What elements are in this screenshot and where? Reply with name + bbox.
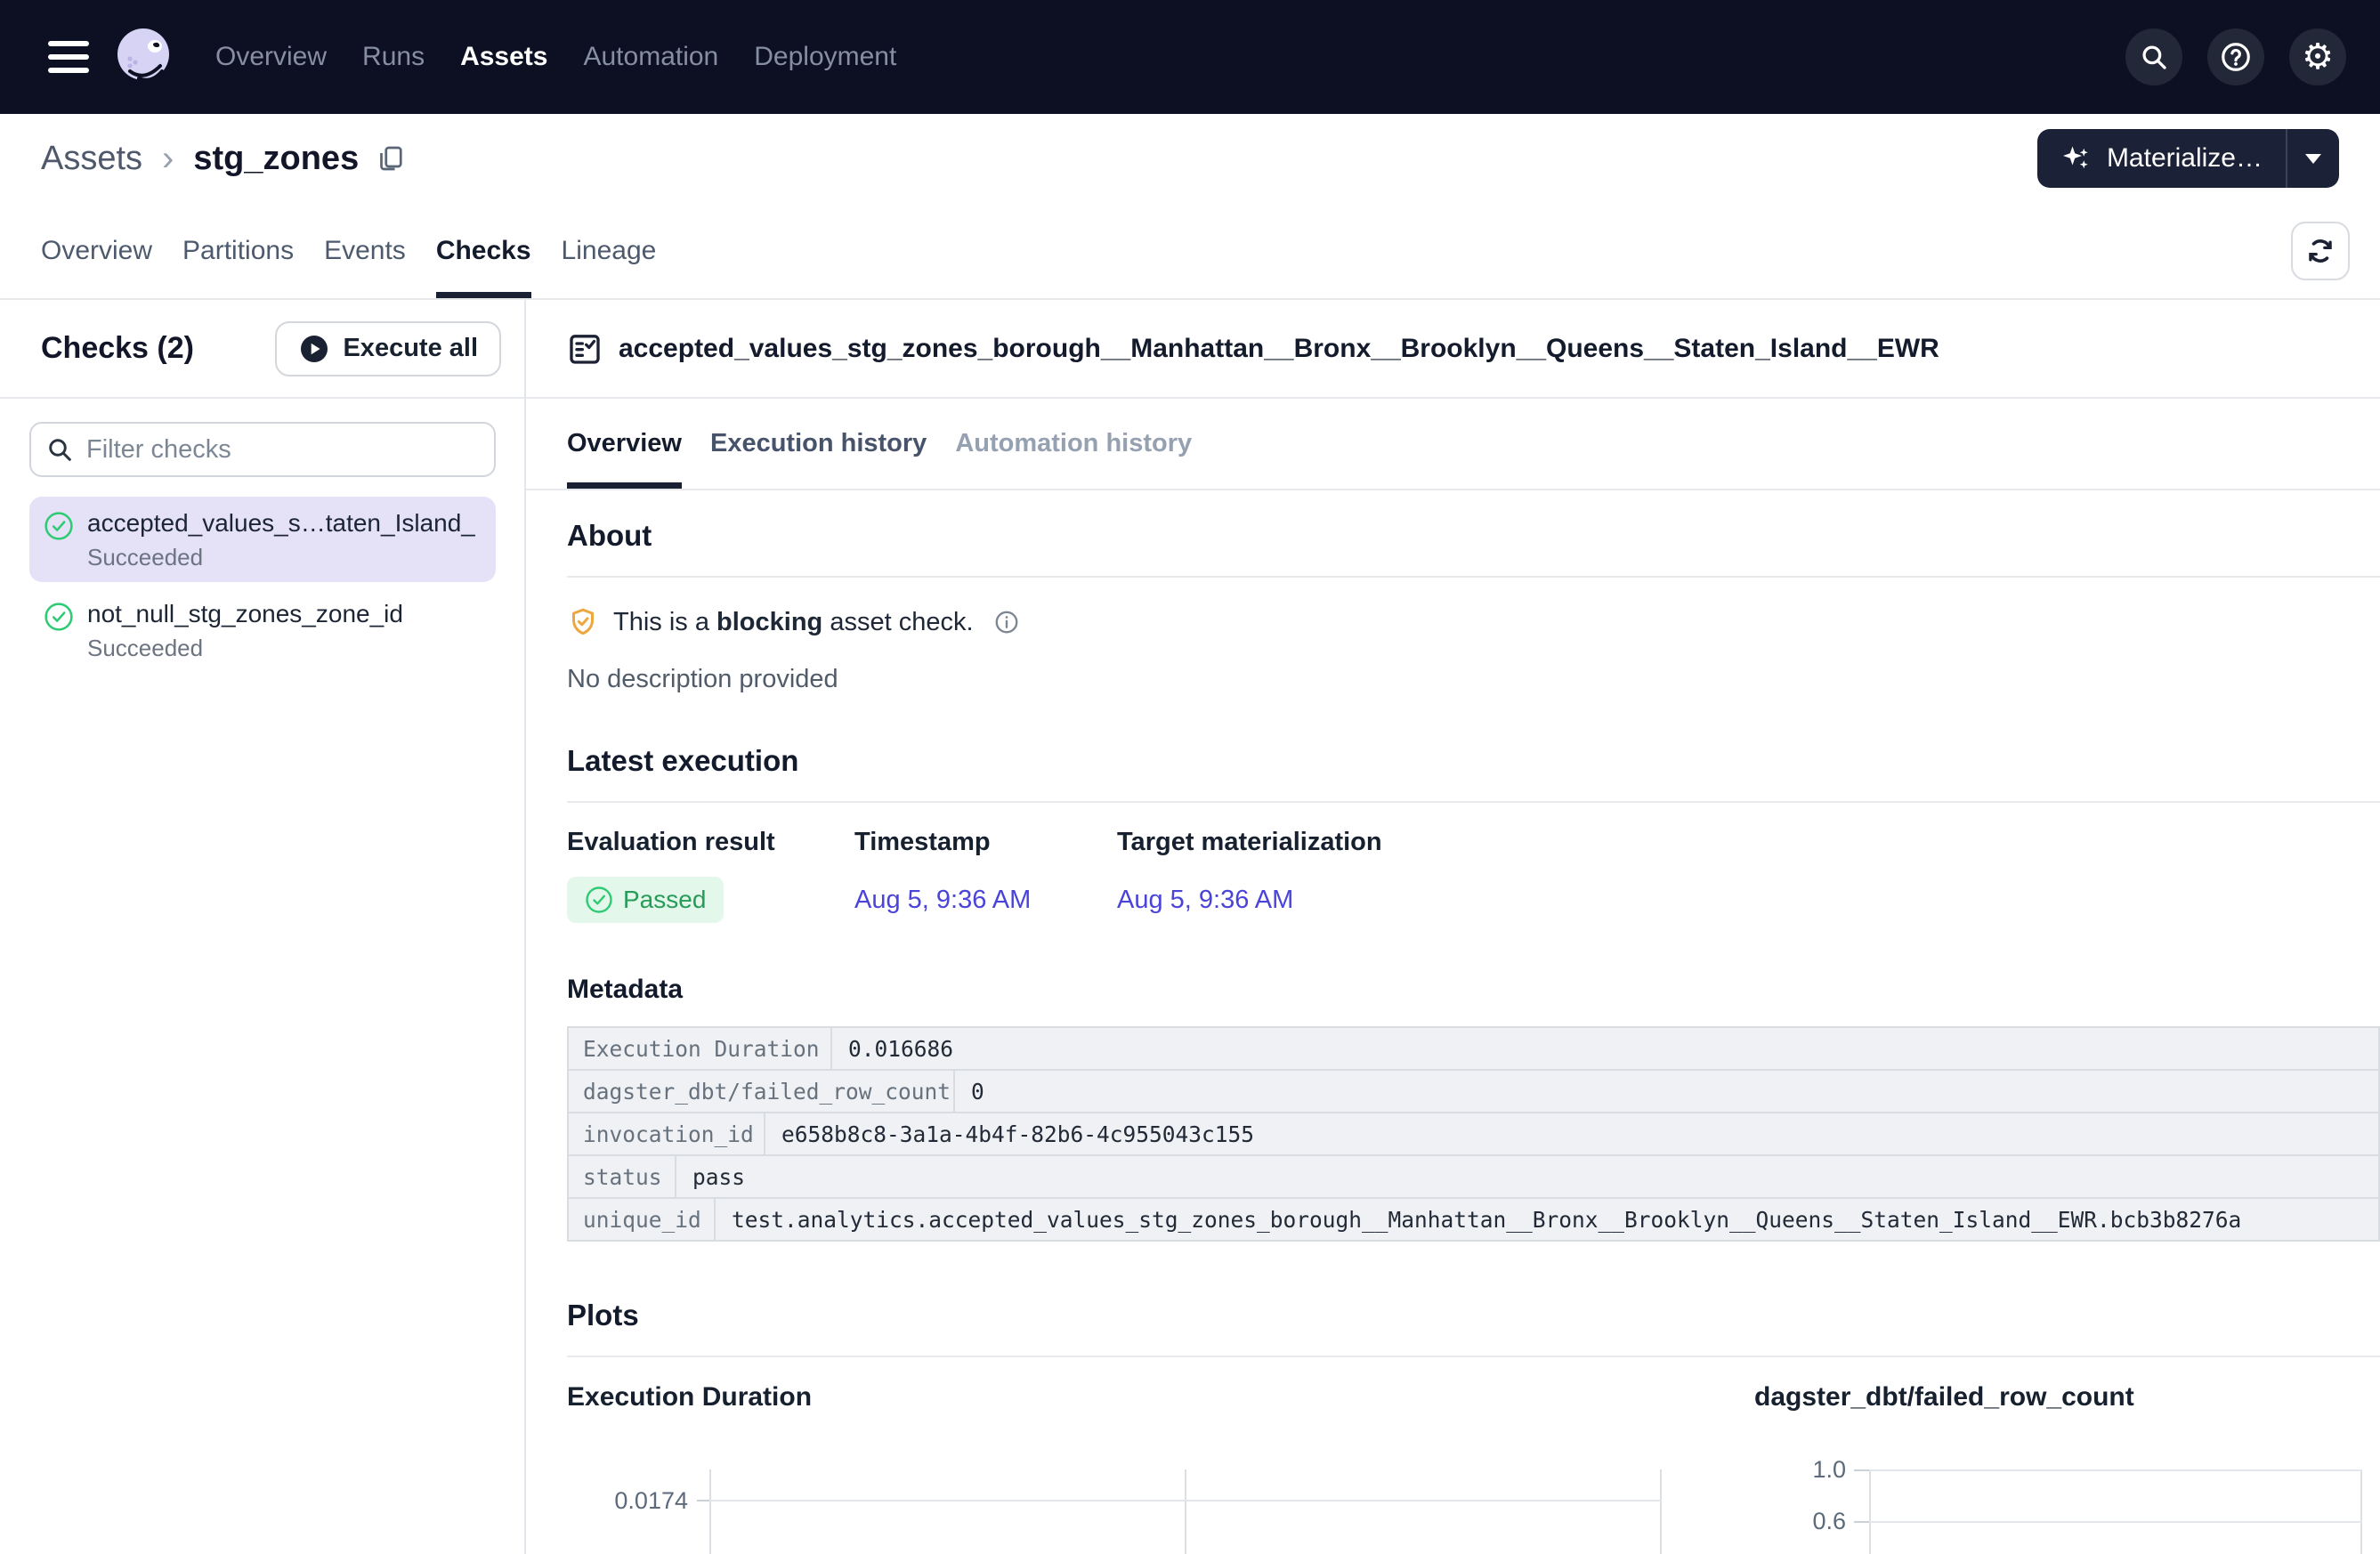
settings-button[interactable]: ⚙ [2289, 28, 2346, 85]
chart-title: Execution Duration [567, 1382, 1754, 1412]
shield-check-icon [567, 606, 599, 638]
metadata-row: invocation_id e658b8c8-3a1a-4b4f-82b6-4c… [569, 1113, 2378, 1156]
copy-asset-name-button[interactable] [375, 142, 407, 174]
check-detail-panel: accepted_values_stg_zones_borough__Manha… [526, 300, 2380, 1554]
check-list-item-not-null[interactable]: not_null_stg_zones_zone_id Succeeded [29, 587, 496, 673]
checks-sidebar: Checks (2) Execute all [0, 300, 526, 1554]
breadcrumb-bar: Assets › stg_zones Materialize… [0, 114, 2380, 203]
check-success-icon [44, 602, 74, 632]
nav-item-deployment[interactable]: Deployment [754, 42, 896, 72]
metadata-row: unique_id test.analytics.accepted_values… [569, 1199, 2378, 1242]
y-tick-label: 0.6 [1754, 1506, 1846, 1536]
check-tab-automation-history: Automation history [955, 399, 1192, 489]
check-item-status: Succeeded [87, 634, 403, 662]
refresh-button[interactable] [2291, 222, 2350, 280]
col-target-materialization: Target materialization [1117, 828, 1382, 857]
failed-row-count-chart: dagster_dbt/failed_row_count 1.0 0.6 [1754, 1382, 2380, 1554]
nav-item-automation[interactable]: Automation [583, 42, 718, 72]
nav-item-assets[interactable]: Assets [460, 42, 547, 72]
passed-badge: Passed [567, 877, 724, 923]
tab-lineage[interactable]: Lineage [562, 203, 657, 298]
metadata-row: status pass [569, 1156, 2378, 1199]
tab-overview[interactable]: Overview [41, 203, 152, 298]
breadcrumb-assets-link[interactable]: Assets [41, 140, 142, 178]
top-nav: Overview Runs Assets Automation Deployme… [0, 0, 2380, 114]
blocking-info-button[interactable] [993, 609, 1020, 635]
materialize-split-button: Materialize… [2037, 129, 2339, 188]
chart-title: dagster_dbt/failed_row_count [1754, 1382, 2380, 1412]
check-description: No description provided [567, 665, 2380, 694]
metadata-row: Execution Duration 0.016686 [569, 1028, 2378, 1071]
filter-checks-input[interactable] [29, 422, 496, 477]
copy-icon [375, 142, 407, 174]
breadcrumb-separator-icon: › [162, 139, 174, 179]
search-button[interactable] [2125, 28, 2182, 85]
latest-execution-heading: Latest execution [567, 744, 2380, 778]
col-timestamp: Timestamp [854, 828, 1117, 857]
sparkles-icon [2060, 142, 2093, 174]
blocking-statement: This is a blocking asset check. [613, 608, 974, 637]
help-icon [2219, 40, 2253, 74]
refresh-icon [2304, 235, 2336, 267]
breadcrumb-current-asset: stg_zones [193, 140, 359, 178]
metadata-row: dagster_dbt/failed_row_count 0 [569, 1071, 2378, 1113]
metadata-heading: Metadata [567, 975, 2380, 1005]
search-icon [2139, 42, 2169, 72]
check-title: accepted_values_stg_zones_borough__Manha… [619, 334, 1939, 364]
passed-check-icon [585, 886, 613, 914]
filter-search-icon [45, 435, 74, 464]
check-tab-execution-history[interactable]: Execution history [710, 399, 927, 489]
checks-count-title: Checks (2) [41, 331, 194, 366]
dagster-logo[interactable] [112, 25, 176, 89]
asset-tab-bar: Overview Partitions Events Checks Lineag… [0, 203, 2380, 300]
checklist-icon [567, 331, 603, 367]
check-success-icon [44, 511, 74, 541]
y-tick-label: 1.0 [1754, 1454, 1846, 1485]
nav-item-runs[interactable]: Runs [362, 42, 425, 72]
plots-heading: Plots [567, 1299, 2380, 1332]
nav-item-overview[interactable]: Overview [215, 42, 327, 72]
materialize-button-label: Materialize… [2107, 143, 2263, 174]
materialize-dropdown-button[interactable] [2287, 129, 2339, 188]
execute-all-button[interactable]: Execute all [275, 321, 501, 376]
info-icon [993, 609, 1020, 635]
check-item-name: not_null_stg_zones_zone_id [87, 598, 403, 630]
check-tab-bar: Overview Execution history Automation hi… [526, 399, 2380, 490]
execution-duration-chart: Execution Duration 0.0174 [567, 1382, 1754, 1554]
help-button[interactable] [2207, 28, 2264, 85]
tab-checks[interactable]: Checks [436, 203, 531, 298]
materialize-button[interactable]: Materialize… [2037, 129, 2287, 188]
y-tick-label: 0.0174 [567, 1485, 688, 1516]
metadata-table: Execution Duration 0.016686 dagster_dbt/… [567, 1026, 2380, 1242]
col-evaluation-result: Evaluation result [567, 828, 854, 857]
hamburger-menu-icon[interactable] [48, 41, 89, 73]
top-nav-items: Overview Runs Assets Automation Deployme… [215, 42, 896, 72]
check-item-name: accepted_values_s…taten_Island_ [87, 507, 475, 539]
chevron-down-icon [2305, 154, 2321, 164]
check-tab-overview[interactable]: Overview [567, 399, 682, 489]
target-materialization-link[interactable]: Aug 5, 9:36 AM [1117, 886, 1293, 914]
tab-events[interactable]: Events [324, 203, 406, 298]
tab-partitions[interactable]: Partitions [182, 203, 294, 298]
about-heading: About [567, 519, 2380, 553]
check-item-status: Succeeded [87, 543, 475, 571]
timestamp-link[interactable]: Aug 5, 9:36 AM [854, 886, 1031, 914]
play-circle-icon [298, 333, 330, 365]
check-list-item-accepted-values[interactable]: accepted_values_s…taten_Island_ Succeede… [29, 497, 496, 582]
gear-icon: ⚙ [2302, 39, 2334, 75]
